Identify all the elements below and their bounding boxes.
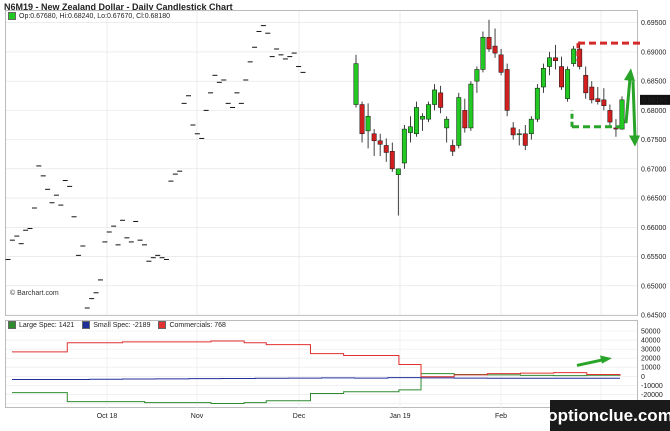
candle-down: [504, 69, 510, 111]
candle-down: [492, 45, 498, 54]
cot-y-tick-label: -10000: [641, 383, 663, 390]
cot-y-tick-label: 0: [641, 374, 645, 381]
candle-up: [414, 107, 419, 135]
candle-up: [565, 69, 571, 99]
candle-down: [595, 98, 601, 102]
candle-up: [540, 68, 546, 88]
watermark-text: optionclue.com: [547, 405, 670, 425]
candle-up: [395, 168, 401, 175]
small-spec-line: [12, 377, 620, 380]
candle-up: [401, 128, 407, 164]
chart-canvas: 0.69500 0.69000 0.68500 0.68000 0.67500 0.670…: [5, 11, 670, 420]
price-y-tick-label: 0.67000: [641, 166, 666, 173]
candle-up: [432, 89, 438, 105]
candle-up: [456, 97, 462, 146]
cot-y-tick-label: 50000: [641, 329, 661, 336]
cot-green-arrow-head: [600, 355, 612, 364]
x-tick-label: Dec: [293, 413, 306, 420]
candle-up: [407, 126, 413, 133]
candle-down: [607, 110, 613, 123]
cot-green-arrow-shaft: [576, 358, 605, 367]
candle-down: [371, 133, 377, 142]
green-arrow-down-head: [629, 135, 640, 147]
green-arrow-up-head: [624, 68, 635, 82]
candle-down: [389, 151, 395, 170]
last-price-label: 0.68180: [642, 97, 667, 104]
candle-up: [534, 87, 540, 120]
x-tick-label: Feb: [495, 413, 507, 420]
candle-down: [601, 99, 607, 106]
candle-up: [516, 133, 522, 136]
candle-down: [583, 75, 589, 94]
price-y-tick-label: 0.68500: [641, 79, 666, 86]
price-y-tick-label: 0.65000: [641, 283, 666, 290]
watermark-logo: optionclue.com: [547, 400, 670, 431]
candle-up: [420, 115, 425, 120]
candle-up: [468, 83, 474, 129]
price-y-tick-label: 0.68000: [641, 108, 666, 115]
candle-down: [450, 145, 456, 152]
price-y-tick-label: 0.65500: [641, 254, 666, 261]
candle-up: [444, 118, 450, 129]
x-tick-label: Nov: [191, 413, 204, 420]
candle-down: [462, 110, 468, 129]
cot-y-tick-label: 40000: [641, 338, 661, 345]
x-tick-label: Oct 18: [97, 413, 118, 420]
green-arrow-up-shaft: [624, 78, 632, 124]
candle-down: [589, 86, 595, 101]
cot-y-tick-label: 20000: [641, 356, 661, 363]
cot-y-tick-label: 10000: [641, 365, 661, 372]
green-arrow-down-shaft: [631, 81, 637, 139]
price-y-tick-label: 0.64500: [641, 313, 666, 320]
cot-y-tick-label: -20000: [641, 392, 663, 399]
price-y-tick-label: 0.66000: [641, 225, 666, 232]
candle-up: [528, 118, 534, 135]
candle-down: [383, 145, 389, 153]
x-tick-label: Jan 19: [389, 413, 410, 420]
candle-up: [547, 57, 552, 67]
price-y-tick-label: 0.69500: [641, 20, 666, 27]
candle-up: [571, 48, 577, 64]
candle-up: [426, 104, 431, 120]
cot-y-tick-label: 30000: [641, 347, 661, 354]
candle-down: [486, 37, 492, 50]
candle-up: [619, 99, 625, 130]
candle-up: [365, 115, 371, 132]
candle-up: [353, 63, 359, 105]
candle-down: [559, 66, 564, 88]
candle-down: [522, 133, 528, 146]
candle-down: [553, 57, 558, 61]
price-y-tick-label: 0.66500: [641, 196, 666, 203]
candle-up: [480, 37, 486, 70]
candle-down: [498, 54, 504, 73]
commercials-line: [12, 340, 621, 378]
candle-down: [438, 92, 444, 108]
price-y-tick-label: 0.69000: [641, 49, 666, 56]
candle-down: [359, 104, 365, 135]
price-y-tick-label: 0.67500: [641, 137, 666, 144]
candle-up: [474, 69, 480, 82]
candle-down: [377, 140, 383, 145]
candle-down: [510, 127, 516, 136]
